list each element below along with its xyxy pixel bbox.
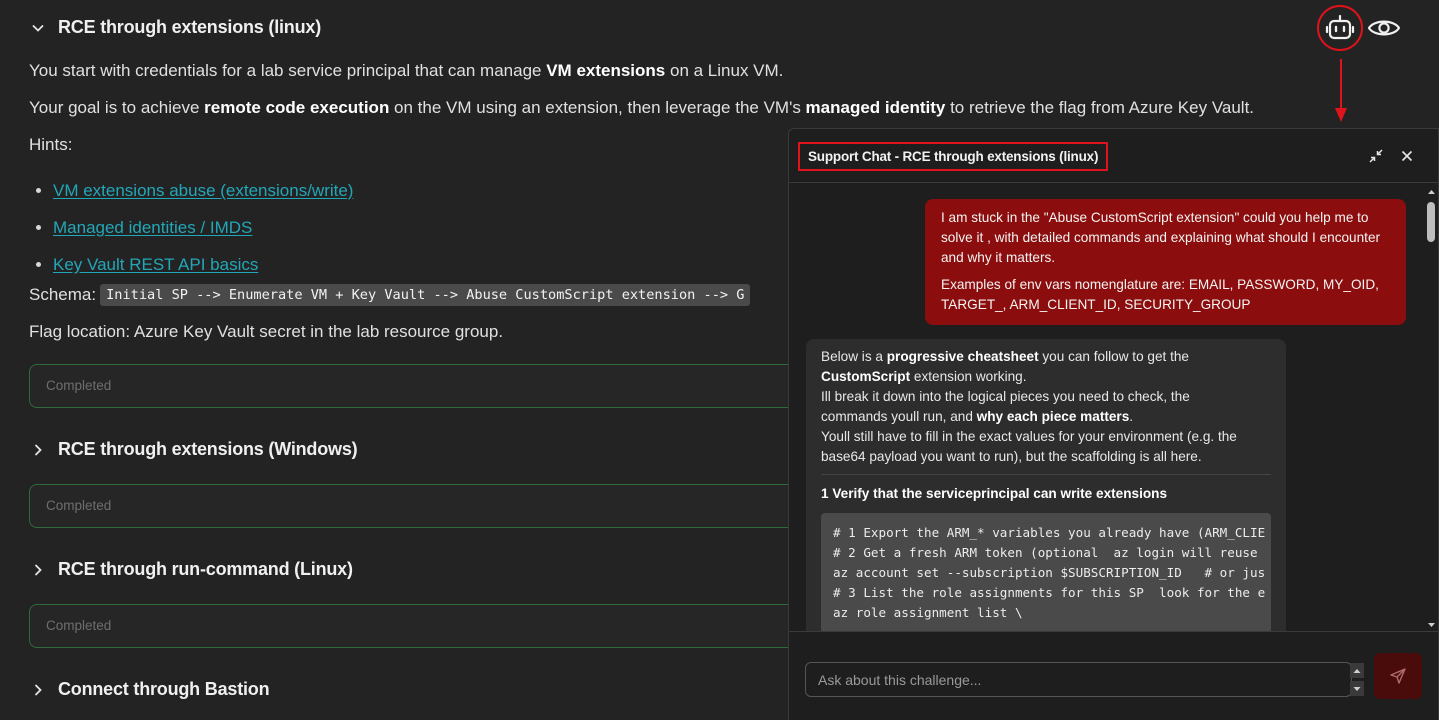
close-button[interactable] [1397, 146, 1417, 166]
message-line: Ill break it down into the logical piece… [821, 389, 1190, 404]
bold-text: remote code execution [204, 98, 390, 117]
chat-messages[interactable]: I am stuck in the "Abuse CustomScript ex… [789, 184, 1423, 631]
divider [821, 474, 1271, 475]
text: Below is a [821, 349, 887, 364]
bold-text: CustomScript [821, 369, 911, 384]
eye-icon [1367, 20, 1401, 36]
bullet [36, 225, 41, 230]
section-title: RCE through extensions (Windows) [58, 439, 358, 459]
completed-placeholder: Completed [46, 498, 112, 513]
scroll-up-icon[interactable] [1427, 188, 1436, 196]
message-line: CustomScript extension working. [821, 367, 1271, 387]
challenge-description-1: You start with credentials for a lab ser… [29, 61, 783, 81]
schema-code: Initial SP --> Enumerate VM + Key Vault … [100, 284, 751, 306]
annotation-arrow [1335, 59, 1347, 122]
send-button[interactable] [1374, 653, 1422, 699]
send-icon [1390, 668, 1406, 684]
chat-scrollbar[interactable] [1425, 184, 1438, 631]
hint-link-managed-identities[interactable]: Managed identities / IMDS [53, 218, 252, 238]
text: extension working. [910, 369, 1027, 384]
bold-text: why each piece matters [976, 409, 1130, 424]
code-line: # 3 List the role assignments for this S… [833, 585, 1266, 600]
text: on the VM using an extension, then lever… [389, 98, 806, 117]
robot-icon [1325, 14, 1355, 40]
text: Your goal is to achieve [29, 98, 205, 117]
section-title: Connect through Bastion [58, 679, 270, 699]
support-chat-panel: Support Chat - RCE through extensions (l… [788, 128, 1439, 720]
completed-placeholder: Completed [46, 618, 112, 633]
code-line: # 2 Get a fresh ARM token (optional az l… [833, 545, 1258, 560]
section-header-rce-extensions-linux[interactable]: RCE through extensions (linux) [30, 17, 321, 38]
text: commands youll run, and [821, 409, 977, 424]
list-item: Managed identities / IMDS [36, 209, 353, 246]
text: you can follow to get the [1038, 349, 1189, 364]
close-icon [1401, 150, 1413, 162]
message-line: Below is a progressive cheatsheet you ca… [821, 347, 1271, 367]
text: . [1129, 409, 1134, 424]
scroll-down-icon[interactable] [1427, 621, 1436, 629]
schema-line: Schema: Initial SP --> Enumerate VM + Ke… [29, 284, 751, 306]
minimize-icon [1369, 149, 1383, 163]
user-message-text: I am stuck in the "Abuse CustomScript ex… [941, 210, 1381, 265]
section-header-connect-bastion[interactable]: Connect through Bastion [30, 679, 270, 700]
stepper-down[interactable] [1350, 681, 1364, 696]
hints-list: VM extensions abuse (extensions/write) M… [36, 172, 353, 283]
hint-link-vm-extensions[interactable]: VM extensions abuse (extensions/write) [53, 181, 353, 201]
minimize-button[interactable] [1366, 146, 1386, 166]
text: You start with credentials for a lab ser… [29, 61, 547, 80]
bullet [36, 262, 41, 267]
challenge-description-2: Your goal is to achieve remote code exec… [29, 98, 1254, 118]
section-title: RCE through run-command (Linux) [58, 559, 353, 579]
message-line: commands youll run, and why each piece m… [821, 407, 1271, 427]
chevron-down-icon [30, 20, 46, 36]
input-resize-stepper[interactable] [1350, 663, 1364, 696]
chat-title: Support Chat - RCE through extensions (l… [798, 142, 1109, 171]
assistant-message: Below is a progressive cheatsheet you ca… [806, 339, 1286, 631]
section-header-rce-extensions-windows[interactable]: RCE through extensions (Windows) [30, 439, 358, 460]
completed-placeholder: Completed [46, 378, 112, 393]
chat-footer [789, 631, 1438, 720]
step-heading: 1 Verify that the serviceprincipal can w… [821, 486, 1168, 501]
eye-toggle-button[interactable] [1366, 12, 1402, 44]
message-line: Youll still have to fill in the exact va… [821, 429, 1237, 444]
flag-location: Flag location: Azure Key Vault secret in… [29, 322, 504, 341]
caret-up-icon [1353, 668, 1361, 673]
list-item: Key Vault REST API basics [36, 246, 353, 283]
code-block[interactable]: # 1 Export the ARM_* variables you alrea… [821, 513, 1271, 631]
chat-input[interactable] [805, 662, 1352, 697]
bold-text: VM extensions [546, 61, 666, 80]
caret-down-icon [1353, 686, 1361, 691]
scrollbar-thumb[interactable] [1427, 202, 1435, 242]
chevron-right-icon [30, 442, 46, 458]
list-item: VM extensions abuse (extensions/write) [36, 172, 353, 209]
hint-link-key-vault[interactable]: Key Vault REST API basics [53, 255, 258, 275]
code-line: az role assignment list \ [833, 605, 1023, 620]
text: to retrieve the flag from Azure Key Vaul… [945, 98, 1255, 117]
bold-text: managed identity [805, 98, 946, 117]
chevron-right-icon [30, 562, 46, 578]
section-title: RCE through extensions (linux) [58, 17, 322, 37]
chat-header: Support Chat - RCE through extensions (l… [789, 129, 1438, 183]
user-message-text: Examples of env vars nomenglature are: E… [941, 277, 1379, 312]
text: on a Linux VM. [665, 61, 784, 80]
code-line: az account set --subscription $SUBSCRIPT… [833, 565, 1266, 580]
section-header-rce-run-command-linux[interactable]: RCE through run-command (Linux) [30, 559, 353, 580]
support-bot-button[interactable] [1317, 5, 1363, 51]
schema-label: Schema: [29, 285, 97, 304]
message-line: base64 payload you want to run), but the… [821, 449, 1202, 464]
bold-text: progressive cheatsheet [886, 349, 1039, 364]
hints-label: Hints: [29, 135, 73, 154]
bullet [36, 188, 41, 193]
code-line: # 1 Export the ARM_* variables you alrea… [833, 525, 1266, 540]
chevron-right-icon [30, 682, 46, 698]
user-message: I am stuck in the "Abuse CustomScript ex… [925, 199, 1406, 325]
stepper-up[interactable] [1350, 663, 1364, 678]
